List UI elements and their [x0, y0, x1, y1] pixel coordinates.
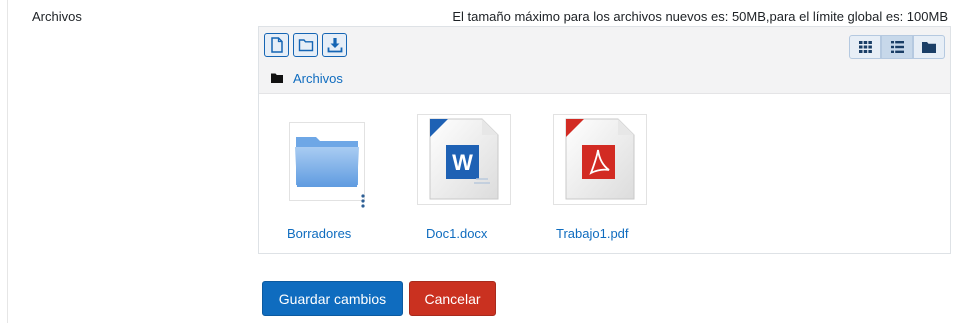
folder-icon: [298, 39, 313, 52]
create-folder-button[interactable]: [293, 33, 318, 57]
list-view-icon: [890, 41, 904, 53]
save-changes-button[interactable]: Guardar cambios: [262, 281, 403, 316]
breadcrumb: Archivos: [271, 69, 343, 87]
download-icon: [327, 38, 342, 53]
download-button[interactable]: [322, 33, 347, 57]
folder-icon: [271, 73, 283, 83]
folder-thumbnail: [289, 122, 365, 208]
file-thumbnail: [553, 114, 647, 205]
breadcrumb-item[interactable]: Archivos: [293, 71, 343, 86]
pdf-document-icon: [565, 118, 635, 200]
more-options-icon[interactable]: [361, 194, 365, 208]
folder-tree-icon: [922, 42, 936, 53]
svg-text:W: W: [452, 150, 473, 175]
new-file-icon: [270, 37, 283, 53]
add-file-button[interactable]: [264, 33, 289, 57]
max-size-info: El tamaño máximo para los archivos nuevo…: [452, 9, 948, 24]
file-picker-toolbar: Archivos: [259, 27, 950, 94]
word-document-icon: W: [429, 118, 499, 200]
grid-view-icon: [858, 41, 872, 53]
folder-icon: [295, 137, 359, 187]
file-name[interactable]: Doc1.docx: [426, 226, 487, 241]
left-border: [7, 0, 8, 323]
file-name[interactable]: Trabajo1.pdf: [556, 226, 629, 241]
tree-view-button[interactable]: [913, 35, 945, 59]
list-view-button[interactable]: [881, 35, 913, 59]
file-name[interactable]: Borradores: [287, 226, 351, 241]
grid-view-button[interactable]: [849, 35, 881, 59]
file-thumbnail: W: [417, 114, 511, 205]
cancel-button[interactable]: Cancelar: [409, 281, 496, 316]
field-label: Archivos: [32, 9, 82, 24]
file-picker: Archivos Borradores W Doc1.docx Trabajo1…: [258, 26, 951, 254]
